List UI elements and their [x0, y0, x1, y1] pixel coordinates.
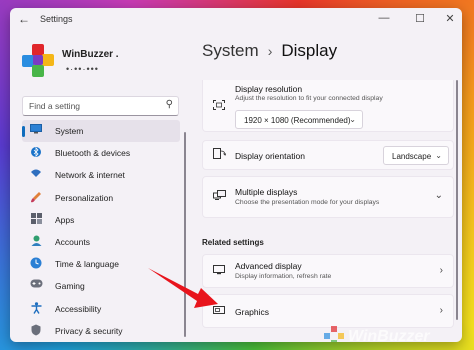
advanced-display-card[interactable]: Advanced display Display information, re… — [202, 254, 454, 288]
setting-title: Display orientation — [235, 151, 305, 161]
chevron-right-icon: › — [439, 305, 443, 316]
search-input[interactable]: Find a setting ⚲ — [22, 96, 179, 116]
resolution-dropdown[interactable]: 1920 × 1080 (Recommended) ⌄ — [235, 110, 363, 129]
watermark-text: WinBuzzer — [348, 328, 430, 342]
sidebar-item-label: Accounts — [55, 236, 90, 247]
breadcrumb: System › Display — [202, 41, 337, 61]
sidebar-item-label: Personalization — [55, 192, 114, 203]
sidebar-item-label: Apps — [55, 214, 75, 225]
setting-title: Graphics — [235, 307, 270, 317]
person-icon — [29, 235, 43, 249]
gamepad-icon — [29, 279, 43, 293]
apps-icon — [29, 212, 43, 227]
orientation-icon — [213, 148, 227, 163]
display-orientation-card: Display orientation Landscape ⌄ — [202, 140, 454, 170]
orientation-value: Landscape — [392, 152, 432, 161]
monitor-icon — [29, 124, 43, 138]
breadcrumb-separator: › — [267, 43, 273, 59]
search-placeholder: Find a setting — [29, 101, 81, 111]
chevron-down-icon: ⌄ — [435, 151, 442, 160]
window-title: Settings — [40, 14, 73, 24]
sidebar-item-label: Accessibility — [55, 303, 102, 314]
wifi-icon — [29, 168, 43, 182]
main-panel: System › Display Display resolution Adjust… — [190, 32, 462, 342]
watermark-logo — [324, 326, 344, 342]
setting-title: Advanced display — [235, 261, 302, 271]
red-arrow-annotation — [148, 268, 218, 308]
setting-title: Multiple displays — [235, 187, 298, 197]
chevron-down-icon: ⌄ — [349, 115, 356, 124]
selection-indicator — [22, 126, 25, 137]
bluetooth-icon — [29, 146, 43, 160]
sidebar-item-privacy-security[interactable]: Privacy & security — [22, 320, 180, 342]
setting-title: Display resolution — [235, 84, 303, 94]
page-title: Display — [281, 41, 338, 60]
title-bar: ← Settings — ☐ ✕ — [10, 8, 462, 32]
orientation-dropdown[interactable]: Landscape ⌄ — [383, 146, 449, 165]
sidebar-item-apps[interactable]: Apps — [22, 209, 180, 231]
brand-name: WinBuzzer . — [62, 49, 119, 60]
sidebar-item-label: Bluetooth & devices — [55, 148, 131, 159]
resolution-icon — [213, 100, 225, 113]
search-icon: ⚲ — [165, 99, 173, 110]
sidebar-item-system[interactable]: System — [22, 120, 180, 143]
multiple-displays-icon — [213, 190, 226, 204]
close-button[interactable]: ✕ — [440, 12, 460, 25]
setting-subtitle: Adjust the resolution to fit your connec… — [235, 95, 383, 102]
accessibility-icon — [29, 301, 43, 316]
settings-window: ← Settings — ☐ ✕ WinBuzzer . •·••·••• Fi… — [10, 8, 462, 342]
sidebar-item-label: Time & language — [55, 259, 119, 270]
related-settings-heading: Related settings — [202, 238, 264, 247]
minimize-button[interactable]: — — [374, 12, 394, 24]
setting-subtitle: Choose the presentation mode for your di… — [235, 199, 380, 206]
chevron-right-icon: › — [439, 265, 443, 276]
main-scrollbar[interactable] — [456, 80, 458, 320]
graphics-card[interactable]: Graphics › — [202, 294, 454, 328]
chevron-down-icon[interactable]: ⌄ — [435, 190, 443, 201]
shield-icon — [29, 324, 43, 338]
maximize-button[interactable]: ☐ — [410, 12, 430, 25]
resolution-value: 1920 × 1080 (Recommended) — [244, 116, 351, 125]
setting-subtitle: Display information, refresh rate — [235, 273, 332, 280]
sidebar-item-network[interactable]: Network & internet — [22, 164, 180, 186]
brush-icon — [29, 191, 43, 205]
display-resolution-card: Display resolution Adjust the resolution… — [202, 80, 454, 132]
brand-subtitle: •·••·••• — [66, 64, 99, 74]
sidebar-item-personalization[interactable]: Personalization — [22, 187, 180, 209]
sidebar-item-label: System — [55, 126, 84, 136]
winbuzzer-logo — [22, 44, 56, 78]
sidebar-item-label: Privacy & security — [55, 325, 123, 336]
sidebar-item-label: Gaming — [55, 281, 85, 292]
sidebar-item-label: Network & internet — [55, 170, 125, 181]
breadcrumb-parent[interactable]: System — [202, 41, 259, 60]
multiple-displays-card[interactable]: Multiple displays Choose the presentatio… — [202, 176, 454, 218]
back-arrow-icon[interactable]: ← — [18, 12, 30, 26]
sidebar-item-accounts[interactable]: Accounts — [22, 231, 180, 253]
globe-clock-icon — [29, 257, 43, 271]
sidebar-item-bluetooth[interactable]: Bluetooth & devices — [22, 142, 180, 164]
